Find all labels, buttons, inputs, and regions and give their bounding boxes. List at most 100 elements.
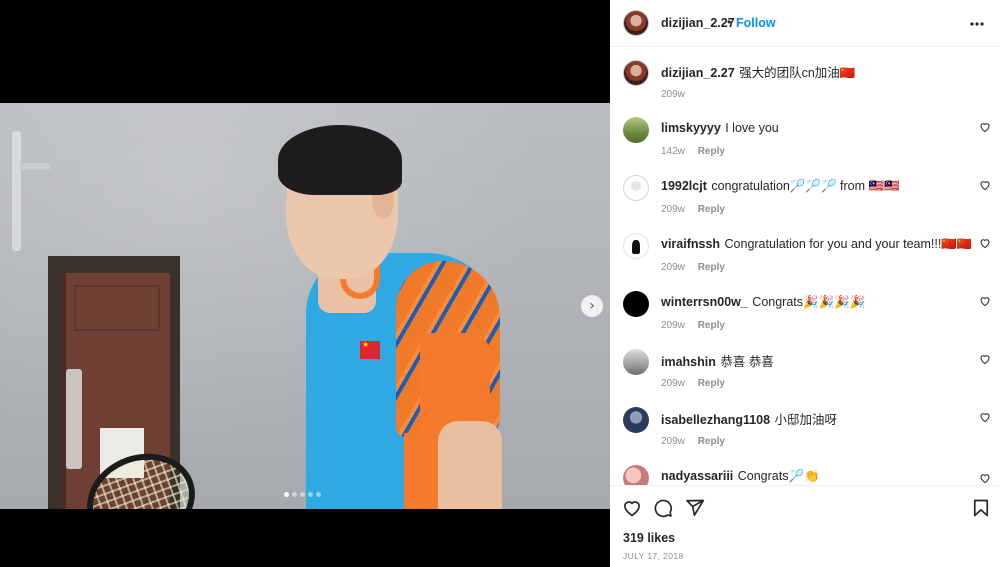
post-photo[interactable] bbox=[0, 103, 610, 509]
comment-username[interactable]: isabellezhang1108 bbox=[661, 413, 770, 427]
photo-hair bbox=[278, 125, 402, 195]
post-actions: 319 likes JULY 17, 2018 bbox=[610, 485, 1000, 567]
avatar[interactable] bbox=[623, 407, 649, 433]
photo-door-handle bbox=[66, 369, 82, 469]
comment-text: congratulation🏸🏸🏸 from 🇲🇾🇲🇾 bbox=[711, 179, 900, 193]
comment-text: Congrats🎉🎉🎉🎉 bbox=[752, 295, 866, 309]
avatar[interactable] bbox=[623, 117, 649, 143]
comment-username[interactable]: imahshin bbox=[661, 355, 716, 369]
post-sidebar: dizijian_2.27 • Follow dizijian_2.27 强大的… bbox=[610, 0, 1000, 567]
avatar[interactable] bbox=[623, 291, 649, 317]
heart-icon[interactable] bbox=[979, 237, 991, 249]
comment-list[interactable]: dizijian_2.27 强大的团队cn加油🇨🇳 209w limskyyyy… bbox=[610, 48, 1000, 485]
comment-username[interactable]: limskyyyy bbox=[661, 121, 721, 135]
avatar[interactable] bbox=[623, 233, 649, 259]
header-separator: • bbox=[727, 15, 732, 29]
comment-time: 209w bbox=[661, 436, 685, 447]
comment-item: isabellezhang1108 小邸加油呀 209w Reply bbox=[610, 395, 1000, 453]
reply-button[interactable]: Reply bbox=[698, 204, 725, 215]
caption-line: dizijian_2.27 强大的团队cn加油🇨🇳 bbox=[661, 62, 971, 82]
photo-pipe bbox=[12, 131, 21, 251]
reply-button[interactable]: Reply bbox=[698, 320, 725, 331]
comment-time: 209w bbox=[661, 262, 685, 273]
reply-button[interactable]: Reply bbox=[698, 378, 725, 389]
avatar[interactable] bbox=[623, 465, 649, 485]
carousel-dot bbox=[284, 492, 289, 497]
comment-line: limskyyyy I love you bbox=[661, 119, 971, 137]
post-header: dizijian_2.27 • Follow bbox=[610, 0, 1000, 47]
next-slide-button[interactable]: › bbox=[581, 295, 603, 317]
comment-meta: 209w Reply bbox=[661, 436, 725, 447]
heart-icon[interactable] bbox=[979, 411, 991, 423]
comment-icon[interactable] bbox=[653, 498, 673, 518]
post-media: › bbox=[0, 0, 610, 567]
comment-meta: 209w Reply bbox=[661, 262, 725, 273]
heart-icon[interactable] bbox=[979, 353, 991, 365]
comment-line: 1992lcjt congratulation🏸🏸🏸 from 🇲🇾🇲🇾 bbox=[661, 177, 971, 195]
caption-time: 209w bbox=[661, 89, 685, 100]
post-caption: dizijian_2.27 强大的团队cn加油🇨🇳 209w bbox=[610, 48, 1000, 106]
comment-line: imahshin 恭喜 恭喜 bbox=[661, 351, 971, 371]
comment-item: 1992lcjt congratulation🏸🏸🏸 from 🇲🇾🇲🇾 209… bbox=[610, 163, 1000, 221]
comment-line: nadyassariii Congrats🏸👏 bbox=[661, 467, 971, 485]
post-date: JULY 17, 2018 bbox=[623, 551, 684, 561]
comment-username[interactable]: viraifnssh bbox=[661, 237, 720, 251]
like-count[interactable]: 319 likes bbox=[623, 531, 675, 545]
comment-line: winterrsn00w_ Congrats🎉🎉🎉🎉 bbox=[661, 293, 971, 311]
comment-text: Congrats🏸👏 bbox=[737, 469, 820, 483]
photo-arm bbox=[438, 421, 502, 509]
comment-meta: 209w Reply bbox=[661, 320, 725, 331]
caption-meta: 209w bbox=[661, 89, 685, 100]
caption-text: 强大的团队cn加油🇨🇳 bbox=[739, 66, 856, 80]
avatar[interactable] bbox=[623, 349, 649, 375]
comment-item: imahshin 恭喜 恭喜 209w Reply bbox=[610, 337, 1000, 395]
heart-icon[interactable] bbox=[979, 121, 991, 133]
heart-icon[interactable] bbox=[622, 498, 642, 518]
comment-time: 209w bbox=[661, 204, 685, 215]
heart-icon[interactable] bbox=[979, 472, 991, 484]
comment-text: Congratulation for you and your team!!!🇨… bbox=[724, 237, 971, 251]
reply-button[interactable]: Reply bbox=[698, 436, 725, 447]
carousel-dot bbox=[308, 492, 313, 497]
photo-pipe-bracket bbox=[20, 163, 50, 170]
carousel-indicator bbox=[284, 492, 321, 497]
reply-button[interactable]: Reply bbox=[698, 262, 725, 273]
photo-shirt-side bbox=[404, 433, 438, 509]
photo-door-panel bbox=[74, 285, 160, 331]
comment-meta: 209w Reply bbox=[661, 204, 725, 215]
avatar[interactable] bbox=[623, 175, 649, 201]
comment-line: viraifnssh Congratulation for you and yo… bbox=[661, 235, 971, 253]
avatar[interactable] bbox=[623, 10, 649, 36]
comment-item: winterrsn00w_ Congrats🎉🎉🎉🎉 209w Reply bbox=[610, 279, 1000, 337]
comment-text: I love you bbox=[725, 121, 779, 135]
comment-meta: 142w Reply bbox=[661, 146, 725, 157]
follow-button[interactable]: Follow bbox=[736, 16, 776, 30]
photo-flag-patch bbox=[360, 340, 380, 359]
author-username[interactable]: dizijian_2.27 bbox=[661, 16, 735, 30]
carousel-dot bbox=[292, 492, 297, 497]
comment-text: 小邸加油呀 bbox=[774, 413, 838, 427]
comment-time: 209w bbox=[661, 320, 685, 331]
reply-button[interactable]: Reply bbox=[698, 146, 725, 157]
chevron-right-icon: › bbox=[589, 298, 595, 314]
heart-icon[interactable] bbox=[979, 179, 991, 191]
comment-username[interactable]: nadyassariii bbox=[661, 469, 733, 483]
caption-username[interactable]: dizijian_2.27 bbox=[661, 66, 735, 80]
comment-meta: 209w Reply bbox=[661, 378, 725, 389]
carousel-dot bbox=[316, 492, 321, 497]
heart-icon[interactable] bbox=[979, 295, 991, 307]
comment-item: nadyassariii Congrats🏸👏 bbox=[610, 453, 1000, 485]
comment-time: 209w bbox=[661, 378, 685, 389]
comment-line: isabellezhang1108 小邸加油呀 bbox=[661, 409, 971, 429]
carousel-dot bbox=[300, 492, 305, 497]
comment-username[interactable]: winterrsn00w_ bbox=[661, 295, 748, 309]
paper-plane-icon[interactable] bbox=[685, 498, 705, 518]
comment-text: 恭喜 恭喜 bbox=[720, 355, 774, 369]
bookmark-icon[interactable] bbox=[971, 498, 991, 518]
avatar[interactable] bbox=[623, 60, 649, 86]
more-horizontal-icon[interactable] bbox=[970, 10, 984, 31]
comment-item: viraifnssh Congratulation for you and yo… bbox=[610, 221, 1000, 279]
comment-time: 142w bbox=[661, 146, 685, 157]
comment-item: limskyyyy I love you 142w Reply bbox=[610, 105, 1000, 163]
comment-username[interactable]: 1992lcjt bbox=[661, 179, 707, 193]
